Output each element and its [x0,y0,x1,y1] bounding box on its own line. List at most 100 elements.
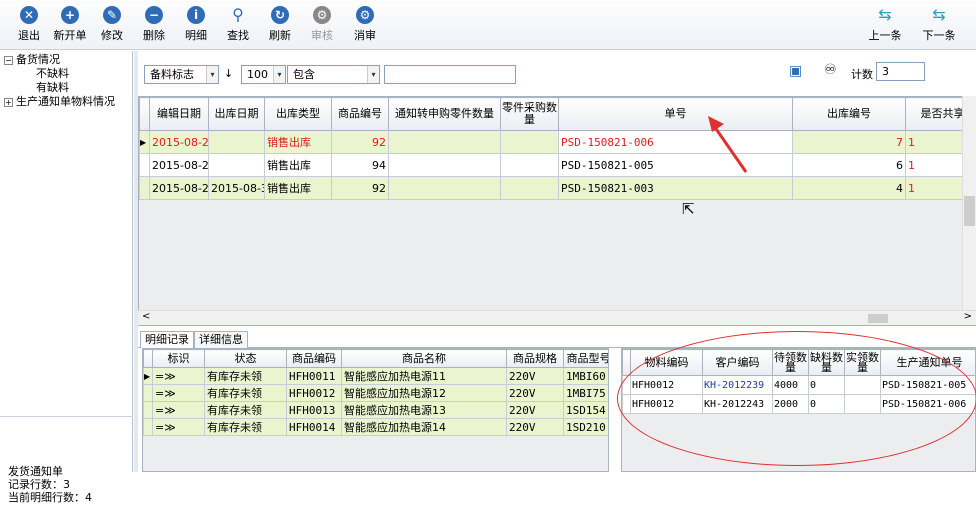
col-header[interactable]: 实领数量 [845,350,881,376]
next-button[interactable]: ⇆下一条 [919,6,959,43]
cell[interactable] [845,376,881,395]
cell[interactable]: 1SD210 [564,419,610,436]
cell[interactable]: 92 [332,131,389,154]
col-header[interactable]: 标识 [153,350,205,368]
cell[interactable]: =≫ [153,419,205,436]
cell[interactable]: 4 [793,177,906,200]
col-header[interactable]: 通知转申购零件数量 [389,98,501,131]
cell[interactable]: KH-2012243 [703,395,773,414]
tree-node-no-shortage[interactable]: 不缺料 [0,67,132,81]
table-row[interactable]: ▶=≫有库存未领HFH0011智能感应加热电源11220V1MBI60 [144,368,610,385]
table-row[interactable]: =≫有库存未领HFH0012智能感应加热电源12220V1MBI75 [144,385,610,402]
table-row[interactable]: 2015-08-21 销售出库 94 PSD-150821-005 6 1 [140,154,976,177]
edit-button[interactable]: ✎修改 [92,6,132,43]
cell[interactable]: 销售出库 [265,154,332,177]
col-header[interactable]: 状态 [205,350,287,368]
col-header[interactable]: 商品编号 [332,98,389,131]
col-header[interactable]: 出库编号 [793,98,906,131]
tab-detail-records[interactable]: 明细记录 [140,331,194,348]
collapse-icon[interactable]: − [4,56,13,65]
unaudit-button[interactable]: ⚙消审 [345,6,385,43]
tree-node-stock[interactable]: −备货情况 [0,53,132,67]
count-input[interactable]: 3 [876,62,925,81]
cell[interactable]: =≫ [153,368,205,385]
table-row[interactable]: HFH0012KH-201224320000 PSD-150821-006 [623,395,976,414]
table-row[interactable]: ▶ 2015-08-21 销售出库 92 PSD-150821-006 7 1 [140,131,976,154]
cell[interactable] [845,395,881,414]
col-header[interactable]: 物料编码 [631,350,703,376]
cell[interactable] [209,131,265,154]
cell[interactable]: 销售出库 [265,131,332,154]
exit-button[interactable]: ✕退出 [9,6,49,43]
cell[interactable]: 有库存未领 [205,385,287,402]
horizontal-scrollbar[interactable]: <> [138,310,976,325]
cell[interactable]: 92 [332,177,389,200]
cell[interactable]: 有库存未领 [205,402,287,419]
cell[interactable]: 6 [793,154,906,177]
cell[interactable]: =≫ [153,402,205,419]
cell[interactable]: =≫ [153,385,205,402]
cell[interactable]: HFH0012 [287,385,342,402]
col-header[interactable]: 待领数量 [773,350,809,376]
col-header[interactable]: 缺料数量 [809,350,845,376]
col-header[interactable]: 商品编码 [287,350,342,368]
cell[interactable]: 4000 [773,376,809,395]
cell[interactable]: 94 [332,154,389,177]
col-header[interactable]: 编辑日期 [150,98,209,131]
cell[interactable]: 220V [507,368,564,385]
top-select[interactable]: 100▾ [241,65,286,84]
cell[interactable]: 220V [507,385,564,402]
operator-select[interactable]: 包含▾ [287,65,380,84]
cell[interactable]: 智能感应加热电源14 [342,419,507,436]
col-header[interactable]: 出库类型 [265,98,332,131]
cell[interactable]: 0 [809,395,845,414]
cell[interactable]: PSD-150821-006 [881,395,976,414]
export-icon[interactable]: ▣ [789,63,802,79]
cell[interactable]: 2000 [773,395,809,414]
table-row[interactable]: =≫有库存未领HFH0014智能感应加热电源14220V1SD210 [144,419,610,436]
cell[interactable] [501,131,559,154]
col-header[interactable]: 生产通知单号 [881,350,976,376]
binoculars-icon[interactable]: ♾ [824,62,837,78]
cell[interactable]: 智能感应加热电源12 [342,385,507,402]
audit-button[interactable]: ⚙审核 [302,6,342,43]
tree-node-production[interactable]: +生产通知单物料情况 [0,95,132,109]
cell[interactable]: HFH0012 [631,395,703,414]
cell[interactable]: 220V [507,402,564,419]
cell[interactable]: PSD-150821-005 [881,376,976,395]
delete-button[interactable]: −删除 [134,6,174,43]
prev-button[interactable]: ⇆上一条 [865,6,905,43]
vertical-scrollbar[interactable] [962,96,976,310]
cell[interactable] [389,177,501,200]
cell[interactable]: 2015-08-21 [150,154,209,177]
cell[interactable]: 2015-08-21 [150,177,209,200]
col-header[interactable]: 商品规格 [507,350,564,368]
cell[interactable]: 2015-08-30 [209,177,265,200]
sort-indicator[interactable]: ↓ [224,67,233,80]
cell[interactable]: 智能感应加热电源11 [342,368,507,385]
cell[interactable]: 有库存未领 [205,368,287,385]
col-header[interactable]: 出库日期 [209,98,265,131]
cell[interactable]: KH-2012239 [703,376,773,395]
new-button[interactable]: +新开单 [50,6,90,43]
expand-icon[interactable]: + [4,98,13,107]
cell[interactable] [501,177,559,200]
col-header[interactable]: 商品型号 [564,350,610,368]
cell[interactable]: 智能感应加热电源13 [342,402,507,419]
cell[interactable]: HFH0012 [631,376,703,395]
col-header[interactable]: 商品名称 [342,350,507,368]
cell[interactable]: 0 [809,376,845,395]
col-header[interactable]: 客户编码 [703,350,773,376]
refresh-button[interactable]: ↻刷新 [260,6,300,43]
cell[interactable]: 7 [793,131,906,154]
cell[interactable]: 2015-08-21 [150,131,209,154]
cell[interactable]: 1MBI75 [564,385,610,402]
scroll-left-icon[interactable]: < [142,311,150,322]
tree-node-shortage[interactable]: 有缺料 [0,81,132,95]
cell[interactable] [501,154,559,177]
cell[interactable]: 销售出库 [265,177,332,200]
cell[interactable] [389,154,501,177]
cell[interactable]: 有库存未领 [205,419,287,436]
cell[interactable] [389,131,501,154]
find-button[interactable]: ⚲查找 [218,6,258,43]
